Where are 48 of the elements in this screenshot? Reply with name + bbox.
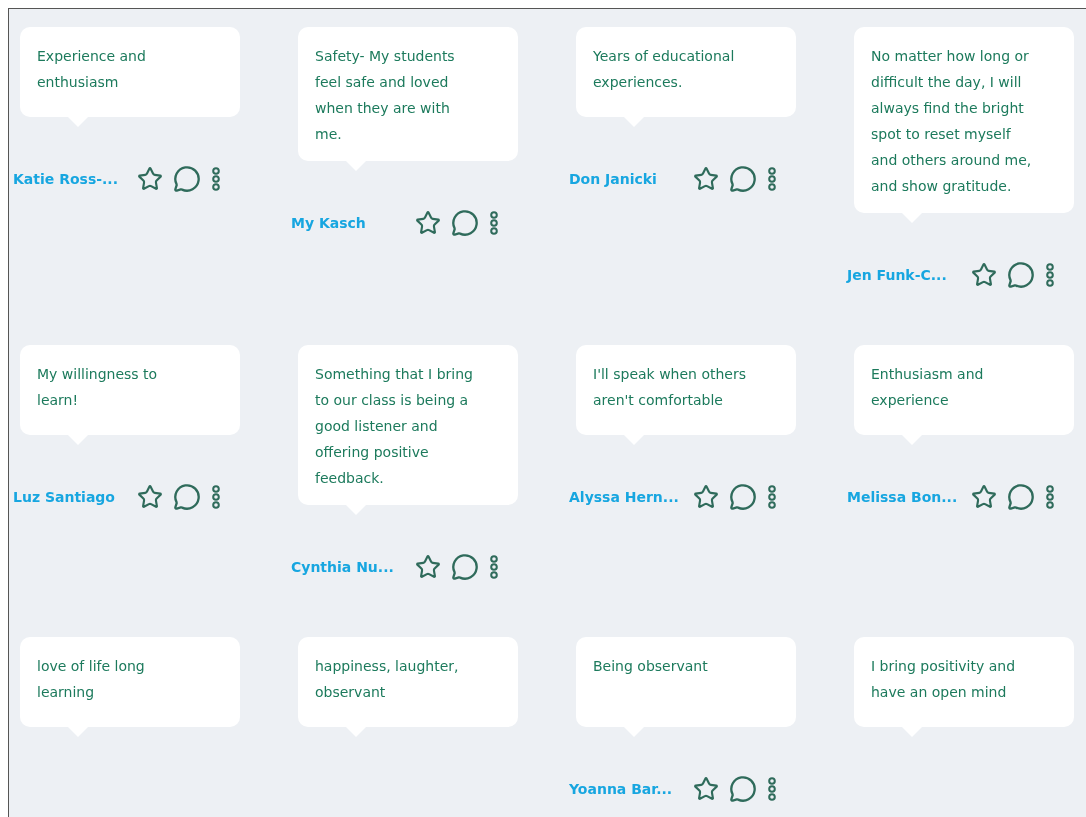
star-icon[interactable] xyxy=(971,262,997,288)
author-link[interactable]: Cynthia Nu... xyxy=(291,559,415,575)
author-link[interactable]: Katie Ross-... xyxy=(13,171,137,187)
author-link[interactable]: My Kasch xyxy=(291,215,415,231)
star-icon[interactable] xyxy=(415,210,441,236)
answer-bubble: No matter how long or difficult the day, I will always find the bright spot to reset myself and others around me, and show gratitude. xyxy=(854,27,1074,213)
answer-bubble: Safety- My students feel safe and loved when they are with me. xyxy=(298,27,518,161)
star-icon[interactable] xyxy=(415,554,441,580)
answer-bubble: Experience and enthusiasm xyxy=(20,27,240,117)
answer-bubble: Enthusiasm and experience xyxy=(854,345,1074,435)
answer-bubble: happiness, laughter, observant xyxy=(298,637,518,727)
author-link[interactable]: Yoanna Bar... xyxy=(569,781,693,797)
star-icon[interactable] xyxy=(693,776,719,802)
more-options-icon[interactable] xyxy=(767,776,777,802)
answer-bubble: love of life long learning xyxy=(20,637,240,727)
author-link[interactable]: Luz Santiago xyxy=(13,489,137,505)
answer-bubble: I bring positivity and have an open mind xyxy=(854,637,1074,727)
comment-icon[interactable] xyxy=(729,775,757,803)
answer-bubble: I'll speak when others aren't comfortable xyxy=(576,345,796,435)
star-icon[interactable] xyxy=(693,166,719,192)
more-options-icon[interactable] xyxy=(1045,262,1055,288)
comment-icon[interactable] xyxy=(1007,261,1035,289)
more-options-icon[interactable] xyxy=(489,210,499,236)
answer-bubble: Years of educational experiences. xyxy=(576,27,796,117)
author-link[interactable]: Don Janicki xyxy=(569,171,693,187)
comment-icon[interactable] xyxy=(729,165,757,193)
more-options-icon[interactable] xyxy=(211,166,221,192)
more-options-icon[interactable] xyxy=(767,166,777,192)
author-link[interactable]: Melissa Bon... xyxy=(847,489,971,505)
comment-icon[interactable] xyxy=(1007,483,1035,511)
author-link[interactable]: Alyssa Hern... xyxy=(569,489,693,505)
comment-icon[interactable] xyxy=(729,483,757,511)
more-options-icon[interactable] xyxy=(211,484,221,510)
star-icon[interactable] xyxy=(693,484,719,510)
more-options-icon[interactable] xyxy=(489,554,499,580)
star-icon[interactable] xyxy=(137,484,163,510)
comment-icon[interactable] xyxy=(451,553,479,581)
star-icon[interactable] xyxy=(971,484,997,510)
star-icon[interactable] xyxy=(137,166,163,192)
more-options-icon[interactable] xyxy=(767,484,777,510)
answer-bubble: Being observant xyxy=(576,637,796,727)
comment-icon[interactable] xyxy=(451,209,479,237)
answer-bubble: Something that I bring to our class is being a good listener and offering positive feedback. xyxy=(298,345,518,505)
more-options-icon[interactable] xyxy=(1045,484,1055,510)
answer-bubble: My willingness to learn! xyxy=(20,345,240,435)
comment-icon[interactable] xyxy=(173,165,201,193)
author-link[interactable]: Jen Funk-C... xyxy=(847,267,971,283)
comment-icon[interactable] xyxy=(173,483,201,511)
